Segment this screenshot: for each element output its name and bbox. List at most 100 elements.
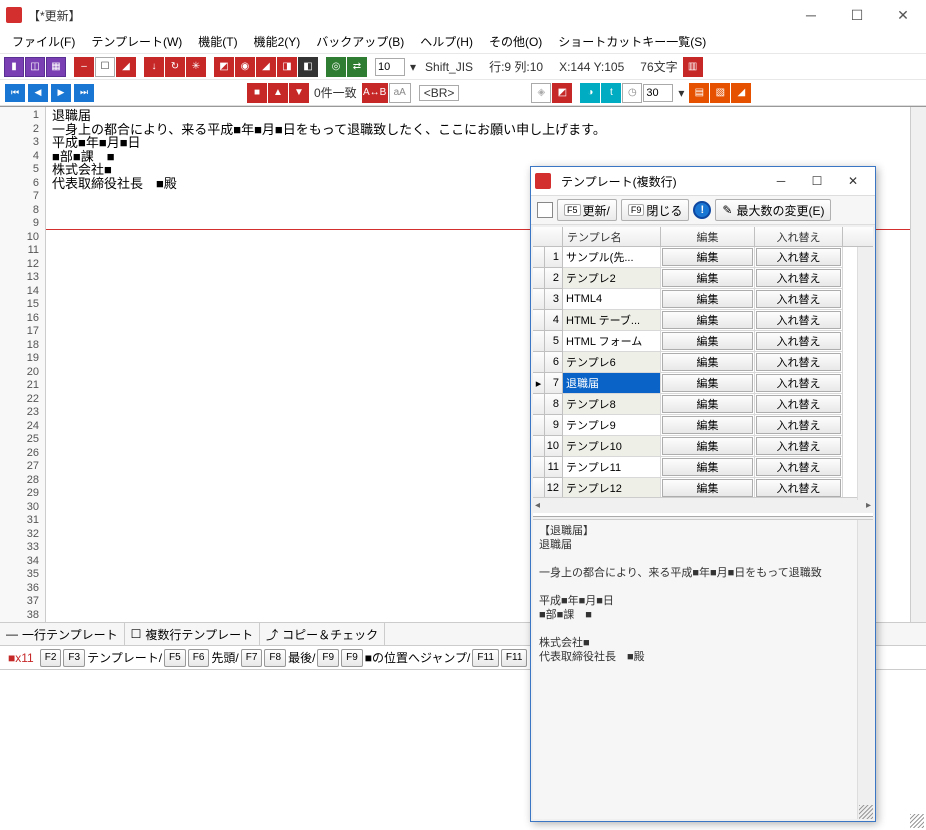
editor-scrollbar[interactable] xyxy=(910,107,926,622)
edit-button[interactable]: 編集 xyxy=(662,311,753,329)
nav-prev[interactable]: ◀ xyxy=(27,83,49,103)
dialog-resize-grip[interactable] xyxy=(859,805,873,819)
tb-icon[interactable]: A↔B xyxy=(362,83,388,103)
minimize-button[interactable]: ─ xyxy=(788,0,834,30)
tb-icon[interactable]: ■ xyxy=(247,83,267,103)
swap-button[interactable]: 入れ替え xyxy=(756,248,841,266)
edit-button[interactable]: 編集 xyxy=(662,479,753,497)
dialog-minimize[interactable]: ─ xyxy=(763,169,799,193)
br-label[interactable]: <BR> xyxy=(419,85,460,101)
tb-icon[interactable]: ☐ xyxy=(95,57,115,77)
tb-icon[interactable]: – xyxy=(74,57,94,77)
grid-hscrollbar[interactable]: ◂▸ xyxy=(533,497,873,513)
nav-first[interactable]: ⏮ xyxy=(4,83,26,103)
table-row[interactable]: ▸ 7 退職届 編集 入れ替え xyxy=(533,373,873,394)
menu-item[interactable]: バックアップ(B) xyxy=(308,31,412,52)
edit-button[interactable]: 編集 xyxy=(662,458,753,476)
font-size-input[interactable] xyxy=(375,58,405,76)
info-icon[interactable]: ! xyxy=(693,201,711,219)
tab-copy-check[interactable]: ⤴ コピー＆チェック xyxy=(260,623,385,645)
swap-button[interactable]: 入れ替え xyxy=(756,458,841,476)
col-swap[interactable]: 入れ替え xyxy=(755,227,843,246)
tb-icon[interactable]: ◫ xyxy=(25,57,45,77)
table-row[interactable]: 5 HTML フォーム 編集 入れ替え xyxy=(533,331,873,352)
tb-icon[interactable]: ▼ xyxy=(289,83,309,103)
tb-icon[interactable]: ▤ xyxy=(689,83,709,103)
menu-item[interactable]: 機能(T) xyxy=(190,31,245,52)
tab-multi-template[interactable]: ☐ 複数行テンプレート xyxy=(125,623,260,645)
tb-icon[interactable]: aA xyxy=(389,83,411,103)
table-row[interactable]: 11 テンプレ11 編集 入れ替え xyxy=(533,457,873,478)
swap-button[interactable]: 入れ替え xyxy=(756,416,841,434)
tb-icon[interactable]: ◨ xyxy=(277,57,297,77)
tb-icon[interactable]: ▥ xyxy=(683,57,703,77)
swap-button[interactable]: 入れ替え xyxy=(756,290,841,308)
swap-button[interactable]: 入れ替え xyxy=(756,332,841,350)
edit-button[interactable]: 編集 xyxy=(662,248,753,266)
dialog-close[interactable]: ✕ xyxy=(835,169,871,193)
swap-button[interactable]: 入れ替え xyxy=(756,269,841,287)
f3-key[interactable]: F3 xyxy=(63,649,85,667)
table-row[interactable]: 12 テンプレ12 編集 入れ替え xyxy=(533,478,873,497)
edit-button[interactable]: 編集 xyxy=(662,290,753,308)
edit-button[interactable]: 編集 xyxy=(662,353,753,371)
tb-icon[interactable]: ◎ xyxy=(326,57,346,77)
col-index[interactable] xyxy=(533,227,563,246)
rss-icon[interactable]: ▧ xyxy=(710,83,730,103)
tb-icon[interactable]: ◈ xyxy=(531,83,551,103)
dropdown-arrow[interactable]: ▾ xyxy=(406,60,420,74)
edit-button[interactable]: 編集 xyxy=(662,269,753,287)
tb-icon[interactable]: ◢ xyxy=(116,57,136,77)
dialog-update-button[interactable]: F5更新/ xyxy=(557,199,617,221)
dialog-max-change-button[interactable]: 最大数の変更(E) xyxy=(715,199,831,221)
menu-item[interactable]: ヘルプ(H) xyxy=(412,31,481,52)
table-row[interactable]: 6 テンプレ6 編集 入れ替え xyxy=(533,352,873,373)
f2-key[interactable]: F2 xyxy=(40,649,62,667)
swap-button[interactable]: 入れ替え xyxy=(756,311,841,329)
tb-icon[interactable]: ◧ xyxy=(298,57,318,77)
preview-scrollbar[interactable] xyxy=(857,520,873,819)
edit-button[interactable]: 編集 xyxy=(662,332,753,350)
edit-button[interactable]: 編集 xyxy=(662,374,753,392)
timer-input[interactable] xyxy=(643,84,673,102)
col-name[interactable]: テンプレ名 xyxy=(563,227,661,246)
tb-icon[interactable]: ◢ xyxy=(731,83,751,103)
swap-button[interactable]: 入れ替え xyxy=(756,437,841,455)
f8-key[interactable]: F8 xyxy=(264,649,286,667)
table-row[interactable]: 9 テンプレ9 編集 入れ替え xyxy=(533,415,873,436)
menu-item[interactable]: その他(O) xyxy=(481,31,550,52)
table-row[interactable]: 3 HTML4 編集 入れ替え xyxy=(533,289,873,310)
f7-key[interactable]: F7 xyxy=(241,649,263,667)
clock-icon[interactable]: ◷ xyxy=(622,83,642,103)
tb-icon[interactable]: ↻ xyxy=(165,57,185,77)
maximize-button[interactable]: ☐ xyxy=(834,0,880,30)
edit-button[interactable]: 編集 xyxy=(662,416,753,434)
tb-icon[interactable]: ◩ xyxy=(552,83,572,103)
menu-item[interactable]: ファイル(F) xyxy=(4,31,83,52)
nav-next[interactable]: ▶ xyxy=(50,83,72,103)
table-row[interactable]: 1 サンプル(先... 編集 入れ替え xyxy=(533,247,873,268)
twitter-icon[interactable]: t xyxy=(601,83,621,103)
table-row[interactable]: 2 テンプレ2 編集 入れ替え xyxy=(533,268,873,289)
menu-item[interactable]: ショートカットキー一覧(S) xyxy=(550,31,714,52)
tab-single-template[interactable]: — 一行テンプレート xyxy=(0,623,125,645)
swap-button[interactable]: 入れ替え xyxy=(756,353,841,371)
nav-last[interactable]: ⏭ xyxy=(73,83,95,103)
f9-key[interactable]: F9 xyxy=(317,649,339,667)
resize-grip[interactable] xyxy=(910,814,924,828)
f5-key[interactable]: F5 xyxy=(164,649,186,667)
dialog-close-button[interactable]: F9閉じる xyxy=(621,199,690,221)
encoding-label[interactable]: Shift_JIS xyxy=(421,60,477,74)
tb-icon[interactable]: ◢ xyxy=(256,57,276,77)
dialog-checkbox[interactable] xyxy=(537,202,553,218)
dropdown-arrow[interactable]: ▾ xyxy=(674,86,688,100)
f6-key[interactable]: F6 xyxy=(188,649,210,667)
swap-button[interactable]: 入れ替え xyxy=(756,395,841,413)
menu-item[interactable]: 機能2(Y) xyxy=(246,31,309,52)
edit-button[interactable]: 編集 xyxy=(662,437,753,455)
f11-key[interactable]: F11 xyxy=(501,649,528,667)
tb-icon[interactable]: ⇄ xyxy=(347,57,367,77)
f9-key[interactable]: F9 xyxy=(341,649,363,667)
tb-icon[interactable]: ◑ xyxy=(580,83,600,103)
tb-icon[interactable]: ◉ xyxy=(235,57,255,77)
